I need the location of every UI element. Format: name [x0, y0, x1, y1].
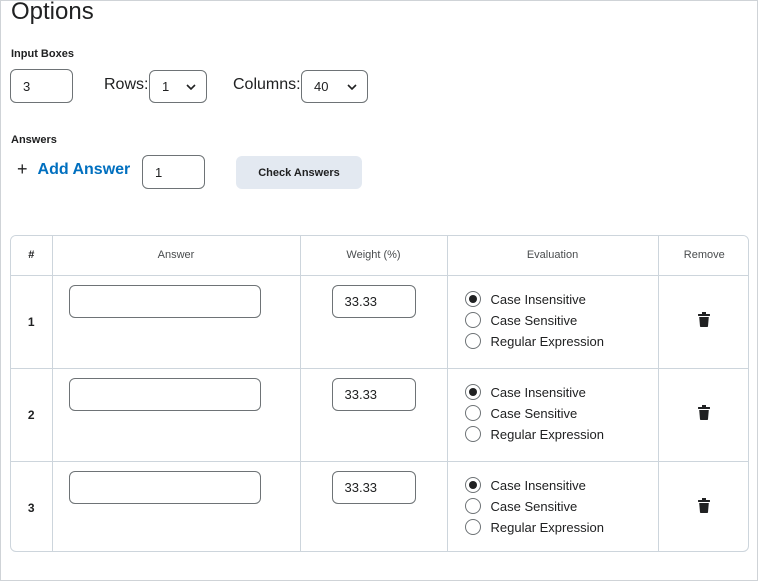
radio-label: Case Insensitive — [490, 384, 586, 400]
evaluation-radio-group: Case Insensitive Case Sensitive Regular … — [448, 369, 658, 445]
trash-icon[interactable] — [698, 497, 711, 513]
table-row: 1 33.33 Case Insensitive Case Sensitive … — [11, 275, 748, 369]
chevron-down-icon — [347, 83, 357, 90]
row-number: 3 — [11, 461, 53, 551]
table-row: 3 33.33 Case Insensitive Case Sensitive … — [11, 461, 748, 551]
evaluation-radio-group: Case Insensitive Case Sensitive Regular … — [448, 276, 658, 352]
radio-unchecked[interactable] — [464, 405, 481, 421]
add-answer-label: Add Answer — [37, 160, 131, 178]
header-weight: Weight (%) — [300, 236, 448, 276]
add-answer-count-field[interactable] — [142, 155, 205, 189]
radio-option[interactable]: Case Insensitive — [464, 382, 658, 403]
radio-option[interactable]: Case Sensitive — [464, 310, 658, 331]
input-boxes-label: Input Boxes — [11, 48, 74, 60]
row-number: 1 — [11, 275, 53, 369]
check-answers-button[interactable]: Check Answers — [236, 156, 362, 189]
page-title: Options — [11, 0, 94, 25]
chevron-down-icon — [186, 83, 196, 90]
table-header-row: # Answer Weight (%) Evaluation Remove — [11, 236, 748, 276]
rows-label: Rows: — [104, 76, 149, 93]
radio-checked[interactable] — [464, 384, 481, 400]
radio-label: Case Insensitive — [490, 477, 586, 493]
header-remove: Remove — [658, 236, 748, 276]
answer-input[interactable] — [68, 470, 261, 504]
trash-icon[interactable] — [698, 404, 711, 420]
weight-input[interactable]: 33.33 — [331, 470, 416, 504]
radio-label: Regular Expression — [490, 333, 604, 349]
rows-select-value: 1 — [162, 79, 170, 94]
columns-select[interactable]: 40 — [301, 70, 368, 103]
radio-checked[interactable] — [464, 291, 481, 307]
evaluation-radio-group: Case Insensitive Case Sensitive Regular … — [448, 462, 658, 538]
header-answer: Answer — [52, 236, 301, 276]
answers-table: # Answer Weight (%) Evaluation Remove 1 … — [10, 235, 749, 552]
rows-select[interactable]: 1 — [149, 70, 207, 103]
radio-label: Regular Expression — [490, 426, 604, 442]
weight-input[interactable]: 33.33 — [331, 377, 416, 411]
radio-label: Case Sensitive — [490, 312, 578, 328]
plus-icon: + — [17, 159, 28, 179]
radio-unchecked[interactable] — [464, 333, 481, 349]
add-answer-button[interactable]: + Add Answer — [17, 159, 130, 180]
row-number: 2 — [11, 368, 53, 462]
input-boxes-field[interactable] — [10, 69, 73, 103]
radio-label: Regular Expression — [490, 519, 604, 535]
header-num: # — [11, 236, 53, 276]
radio-option[interactable]: Regular Expression — [464, 517, 658, 538]
radio-label: Case Sensitive — [490, 405, 578, 421]
radio-label: Case Sensitive — [490, 498, 578, 514]
radio-checked[interactable] — [464, 477, 481, 493]
answers-label: Answers — [11, 134, 57, 146]
radio-unchecked[interactable] — [464, 312, 481, 328]
header-evaluation: Evaluation — [447, 236, 659, 276]
weight-input[interactable]: 33.33 — [331, 284, 416, 318]
radio-label: Case Insensitive — [490, 291, 586, 307]
radio-option[interactable]: Regular Expression — [464, 331, 658, 352]
options-panel: Options Input Boxes Rows: 1 Columns: 40 … — [0, 0, 758, 581]
trash-icon[interactable] — [698, 311, 711, 327]
radio-unchecked[interactable] — [464, 426, 481, 442]
table-row: 2 33.33 Case Insensitive Case Sensitive … — [11, 368, 748, 462]
radio-option[interactable]: Case Insensitive — [464, 475, 658, 496]
answer-input[interactable] — [68, 284, 261, 318]
columns-label: Columns: — [233, 76, 301, 93]
radio-option[interactable]: Regular Expression — [464, 424, 658, 445]
columns-select-value: 40 — [314, 79, 329, 94]
radio-option[interactable]: Case Sensitive — [464, 496, 658, 517]
radio-unchecked[interactable] — [464, 498, 481, 514]
radio-unchecked[interactable] — [464, 519, 481, 535]
answer-input[interactable] — [68, 377, 261, 411]
radio-option[interactable]: Case Sensitive — [464, 403, 658, 424]
radio-option[interactable]: Case Insensitive — [464, 289, 658, 310]
